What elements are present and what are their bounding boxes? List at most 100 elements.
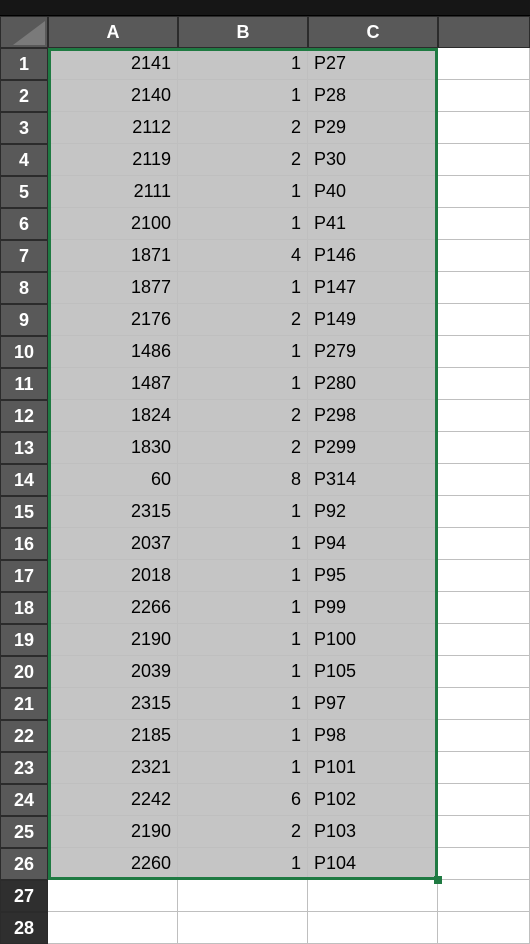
row-header[interactable]: 20 — [0, 656, 48, 688]
cell[interactable]: 2185 — [48, 720, 178, 752]
cell[interactable]: 1 — [178, 208, 308, 240]
cell[interactable]: 1 — [178, 624, 308, 656]
cell[interactable]: 2119 — [48, 144, 178, 176]
cell[interactable]: P95 — [308, 560, 438, 592]
cell[interactable]: 2315 — [48, 496, 178, 528]
row-header[interactable]: 14 — [0, 464, 48, 496]
cell[interactable]: 2242 — [48, 784, 178, 816]
row-header[interactable]: 17 — [0, 560, 48, 592]
cell[interactable]: 1 — [178, 80, 308, 112]
row-header[interactable]: 22 — [0, 720, 48, 752]
row-header[interactable]: 18 — [0, 592, 48, 624]
cell[interactable]: 1 — [178, 688, 308, 720]
spreadsheet-grid[interactable]: ABC121411P27221401P28321122P29421192P305… — [0, 16, 530, 944]
cell[interactable] — [178, 880, 308, 912]
cell[interactable]: 1 — [178, 752, 308, 784]
cell[interactable]: 2 — [178, 816, 308, 848]
cell[interactable]: 2 — [178, 144, 308, 176]
cell[interactable]: P30 — [308, 144, 438, 176]
cell[interactable] — [438, 816, 530, 848]
cell[interactable]: 60 — [48, 464, 178, 496]
cell[interactable] — [438, 400, 530, 432]
cell[interactable]: 2190 — [48, 624, 178, 656]
cell[interactable]: P40 — [308, 176, 438, 208]
cell[interactable]: P105 — [308, 656, 438, 688]
cell[interactable]: 1877 — [48, 272, 178, 304]
row-header[interactable]: 11 — [0, 368, 48, 400]
cell[interactable] — [438, 272, 530, 304]
cell[interactable]: P28 — [308, 80, 438, 112]
cell[interactable] — [438, 560, 530, 592]
row-header[interactable]: 27 — [0, 880, 48, 912]
row-header[interactable]: 21 — [0, 688, 48, 720]
cell[interactable]: 2260 — [48, 848, 178, 880]
cell[interactable]: 1486 — [48, 336, 178, 368]
row-header[interactable]: 10 — [0, 336, 48, 368]
cell[interactable]: 2190 — [48, 816, 178, 848]
cell[interactable]: P280 — [308, 368, 438, 400]
cell[interactable]: 2321 — [48, 752, 178, 784]
cell[interactable]: 2 — [178, 304, 308, 336]
cell[interactable] — [308, 912, 438, 944]
select-all-corner[interactable] — [0, 16, 48, 48]
cell[interactable] — [438, 432, 530, 464]
cell[interactable]: 1 — [178, 656, 308, 688]
row-header[interactable]: 12 — [0, 400, 48, 432]
cell[interactable]: 1 — [178, 272, 308, 304]
cell[interactable]: P103 — [308, 816, 438, 848]
row-header[interactable]: 9 — [0, 304, 48, 336]
cell[interactable]: 1830 — [48, 432, 178, 464]
cell[interactable]: P41 — [308, 208, 438, 240]
cell[interactable]: 1 — [178, 48, 308, 80]
column-header-C[interactable]: C — [308, 16, 438, 48]
cell[interactable]: P104 — [308, 848, 438, 880]
row-header[interactable]: 25 — [0, 816, 48, 848]
cell[interactable]: P100 — [308, 624, 438, 656]
cell[interactable]: 1 — [178, 848, 308, 880]
cell[interactable]: 1 — [178, 528, 308, 560]
row-header[interactable]: 13 — [0, 432, 48, 464]
column-header-blank[interactable] — [438, 16, 530, 48]
cell[interactable]: 2039 — [48, 656, 178, 688]
cell[interactable]: 1 — [178, 720, 308, 752]
cell[interactable]: 2140 — [48, 80, 178, 112]
cell[interactable] — [438, 848, 530, 880]
cell[interactable] — [438, 624, 530, 656]
cell[interactable] — [438, 496, 530, 528]
column-header-B[interactable]: B — [178, 16, 308, 48]
cell[interactable] — [438, 656, 530, 688]
cell[interactable]: P298 — [308, 400, 438, 432]
cell[interactable] — [178, 912, 308, 944]
cell[interactable] — [438, 208, 530, 240]
row-header[interactable]: 5 — [0, 176, 48, 208]
cell[interactable]: P98 — [308, 720, 438, 752]
cell[interactable]: P314 — [308, 464, 438, 496]
cell[interactable]: 2 — [178, 112, 308, 144]
cell[interactable] — [48, 880, 178, 912]
row-header[interactable]: 28 — [0, 912, 48, 944]
row-header[interactable]: 7 — [0, 240, 48, 272]
cell[interactable] — [438, 336, 530, 368]
cell[interactable]: P299 — [308, 432, 438, 464]
cell[interactable]: 2111 — [48, 176, 178, 208]
cell[interactable]: 4 — [178, 240, 308, 272]
cell[interactable] — [438, 912, 530, 944]
cell[interactable]: 2 — [178, 432, 308, 464]
cell[interactable]: 1 — [178, 560, 308, 592]
cell[interactable]: 2100 — [48, 208, 178, 240]
cell[interactable]: 1 — [178, 592, 308, 624]
cell[interactable] — [438, 304, 530, 336]
row-header[interactable]: 23 — [0, 752, 48, 784]
cell[interactable]: 1871 — [48, 240, 178, 272]
row-header[interactable]: 24 — [0, 784, 48, 816]
cell[interactable] — [438, 80, 530, 112]
row-header[interactable]: 8 — [0, 272, 48, 304]
row-header[interactable]: 2 — [0, 80, 48, 112]
cell[interactable]: 2266 — [48, 592, 178, 624]
cell[interactable] — [48, 912, 178, 944]
cell[interactable] — [438, 528, 530, 560]
cell[interactable]: P101 — [308, 752, 438, 784]
cell[interactable]: 2037 — [48, 528, 178, 560]
column-header-A[interactable]: A — [48, 16, 178, 48]
cell[interactable]: 1 — [178, 336, 308, 368]
